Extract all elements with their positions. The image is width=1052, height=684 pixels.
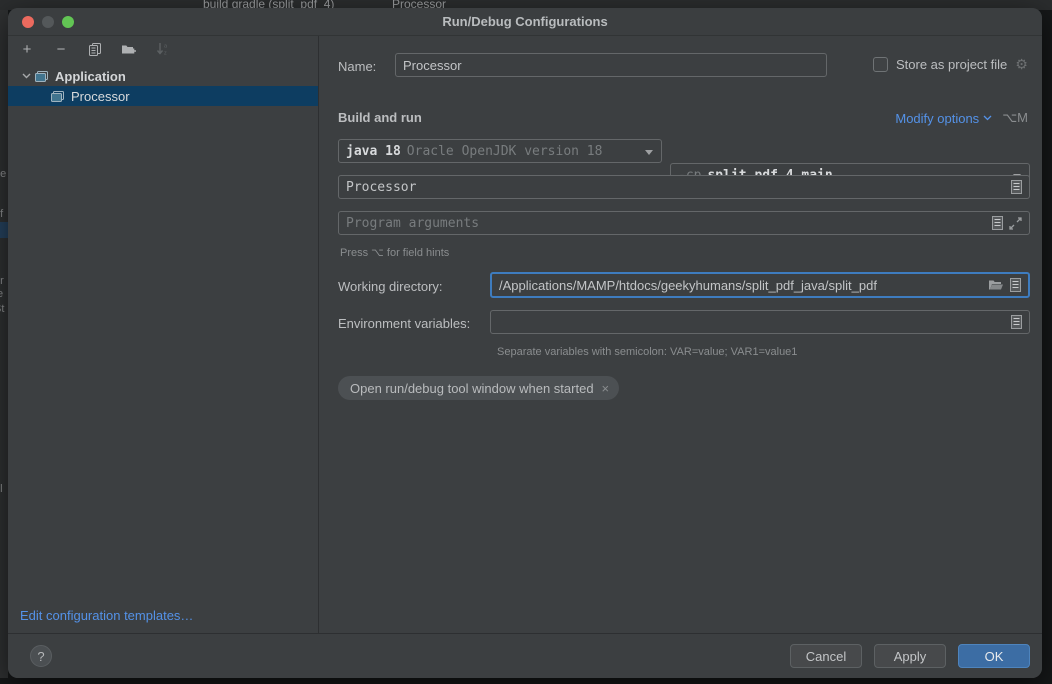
jre-vendor: Oracle OpenJDK version 18 (406, 143, 603, 159)
working-directory-input[interactable]: /Applications/MAMP/htdocs/geekyhumans/sp… (490, 272, 1030, 298)
add-configuration-button[interactable]: + (18, 40, 36, 58)
configurations-tree: Application Processor (8, 66, 318, 106)
close-window-button[interactable] (22, 16, 34, 28)
store-settings-gear-icon[interactable]: ⚙ (1015, 56, 1028, 73)
background-text-fragment: ne (0, 168, 7, 180)
insert-macros-icon[interactable] (1010, 278, 1021, 292)
sidebar-toolbar: + − a z (8, 36, 318, 62)
ok-button[interactable]: OK (958, 644, 1030, 668)
background-text-fragment: te (0, 288, 4, 300)
help-button[interactable]: ? (30, 645, 52, 667)
dialog-footer: ? Cancel Apply OK (8, 633, 1042, 678)
insert-macros-icon[interactable] (1011, 180, 1022, 194)
insert-macros-icon[interactable] (992, 216, 1003, 230)
jre-version: java 18 (346, 143, 401, 159)
svg-text:a: a (164, 44, 168, 50)
remove-configuration-button[interactable]: − (52, 40, 70, 58)
expand-field-icon[interactable] (1009, 216, 1022, 230)
name-input[interactable]: Processor (395, 53, 827, 77)
dialog-title: Run/Debug Configurations (442, 14, 608, 29)
build-and-run-section-title: Build and run (338, 110, 422, 125)
background-text-fragment: or (0, 275, 4, 287)
background-window-left-strip: ne df or te St ol (0, 10, 8, 678)
tree-group-label: Application (55, 68, 126, 84)
new-folder-button[interactable] (120, 40, 138, 58)
program-arguments-placeholder: Program arguments (346, 215, 480, 231)
open-tool-window-tag[interactable]: Open run/debug tool window when started … (338, 376, 620, 400)
copy-configuration-button[interactable] (86, 40, 104, 58)
run-debug-configurations-dialog: Run/Debug Configurations + − a z Applica… (8, 8, 1042, 678)
environment-variables-label: Environment variables: (338, 316, 471, 331)
sort-configurations-button[interactable]: a z (154, 40, 172, 58)
cancel-button[interactable]: Cancel (790, 644, 862, 668)
jre-select[interactable]: java 18 Oracle OpenJDK version 18 (338, 139, 662, 163)
modify-options-label: Modify options (895, 110, 980, 126)
tree-item-processor[interactable]: Processor (8, 86, 318, 106)
svg-text:z: z (164, 51, 167, 57)
tree-group-application[interactable]: Application (8, 66, 318, 86)
tree-item-label: Processor (71, 88, 130, 104)
background-text-fragment: df (0, 208, 4, 220)
name-value: Processor (403, 57, 462, 73)
footer-buttons: Cancel Apply OK (790, 644, 1030, 668)
store-as-project-file-checkbox[interactable] (873, 57, 888, 72)
application-type-icon (35, 70, 48, 82)
zoom-window-button[interactable] (62, 16, 74, 28)
edit-configuration-templates-link[interactable]: Edit configuration templates… (20, 608, 193, 623)
main-class-value: Processor (346, 179, 417, 195)
minimize-window-button[interactable] (42, 16, 54, 28)
background-selection-fragment (0, 222, 8, 238)
dropdown-arrow-icon (645, 150, 653, 155)
dialog-titlebar: Run/Debug Configurations (8, 8, 1042, 36)
program-arguments-input[interactable]: Program arguments (338, 211, 1030, 235)
apply-button[interactable]: Apply (874, 644, 946, 668)
edit-variables-icon[interactable] (1011, 315, 1022, 329)
environment-variables-input[interactable] (490, 310, 1030, 334)
modify-options-row: Modify options ⌥M (895, 110, 1028, 126)
background-text-fragment: St (0, 303, 5, 315)
working-directory-label: Working directory: (338, 279, 443, 294)
store-as-project-file-row: Store as project file ⚙ (873, 56, 1028, 73)
name-label: Name: (338, 59, 377, 74)
modify-options-link[interactable]: Modify options (895, 111, 992, 126)
store-as-project-file-label: Store as project file (896, 57, 1008, 72)
application-type-icon (51, 90, 64, 102)
chevron-down-icon (983, 115, 992, 121)
browse-folder-icon[interactable] (988, 279, 1004, 291)
working-directory-value: /Applications/MAMP/htdocs/geekyhumans/sp… (499, 277, 877, 293)
main-class-input[interactable]: Processor (338, 175, 1030, 199)
open-tool-window-tag-label: Open run/debug tool window when started (350, 380, 594, 396)
chevron-down-icon[interactable] (18, 73, 34, 79)
window-controls (22, 16, 74, 28)
environment-variables-hint: Separate variables with semicolon: VAR=v… (497, 346, 798, 358)
configurations-sidebar: + − a z Application Processor Edit confi… (8, 36, 319, 633)
modify-options-shortcut: ⌥M (1002, 110, 1028, 125)
remove-option-icon[interactable]: × (602, 381, 610, 396)
background-text-fragment: ol (0, 483, 3, 495)
field-hints-text: Press ⌥ for field hints (340, 247, 450, 259)
